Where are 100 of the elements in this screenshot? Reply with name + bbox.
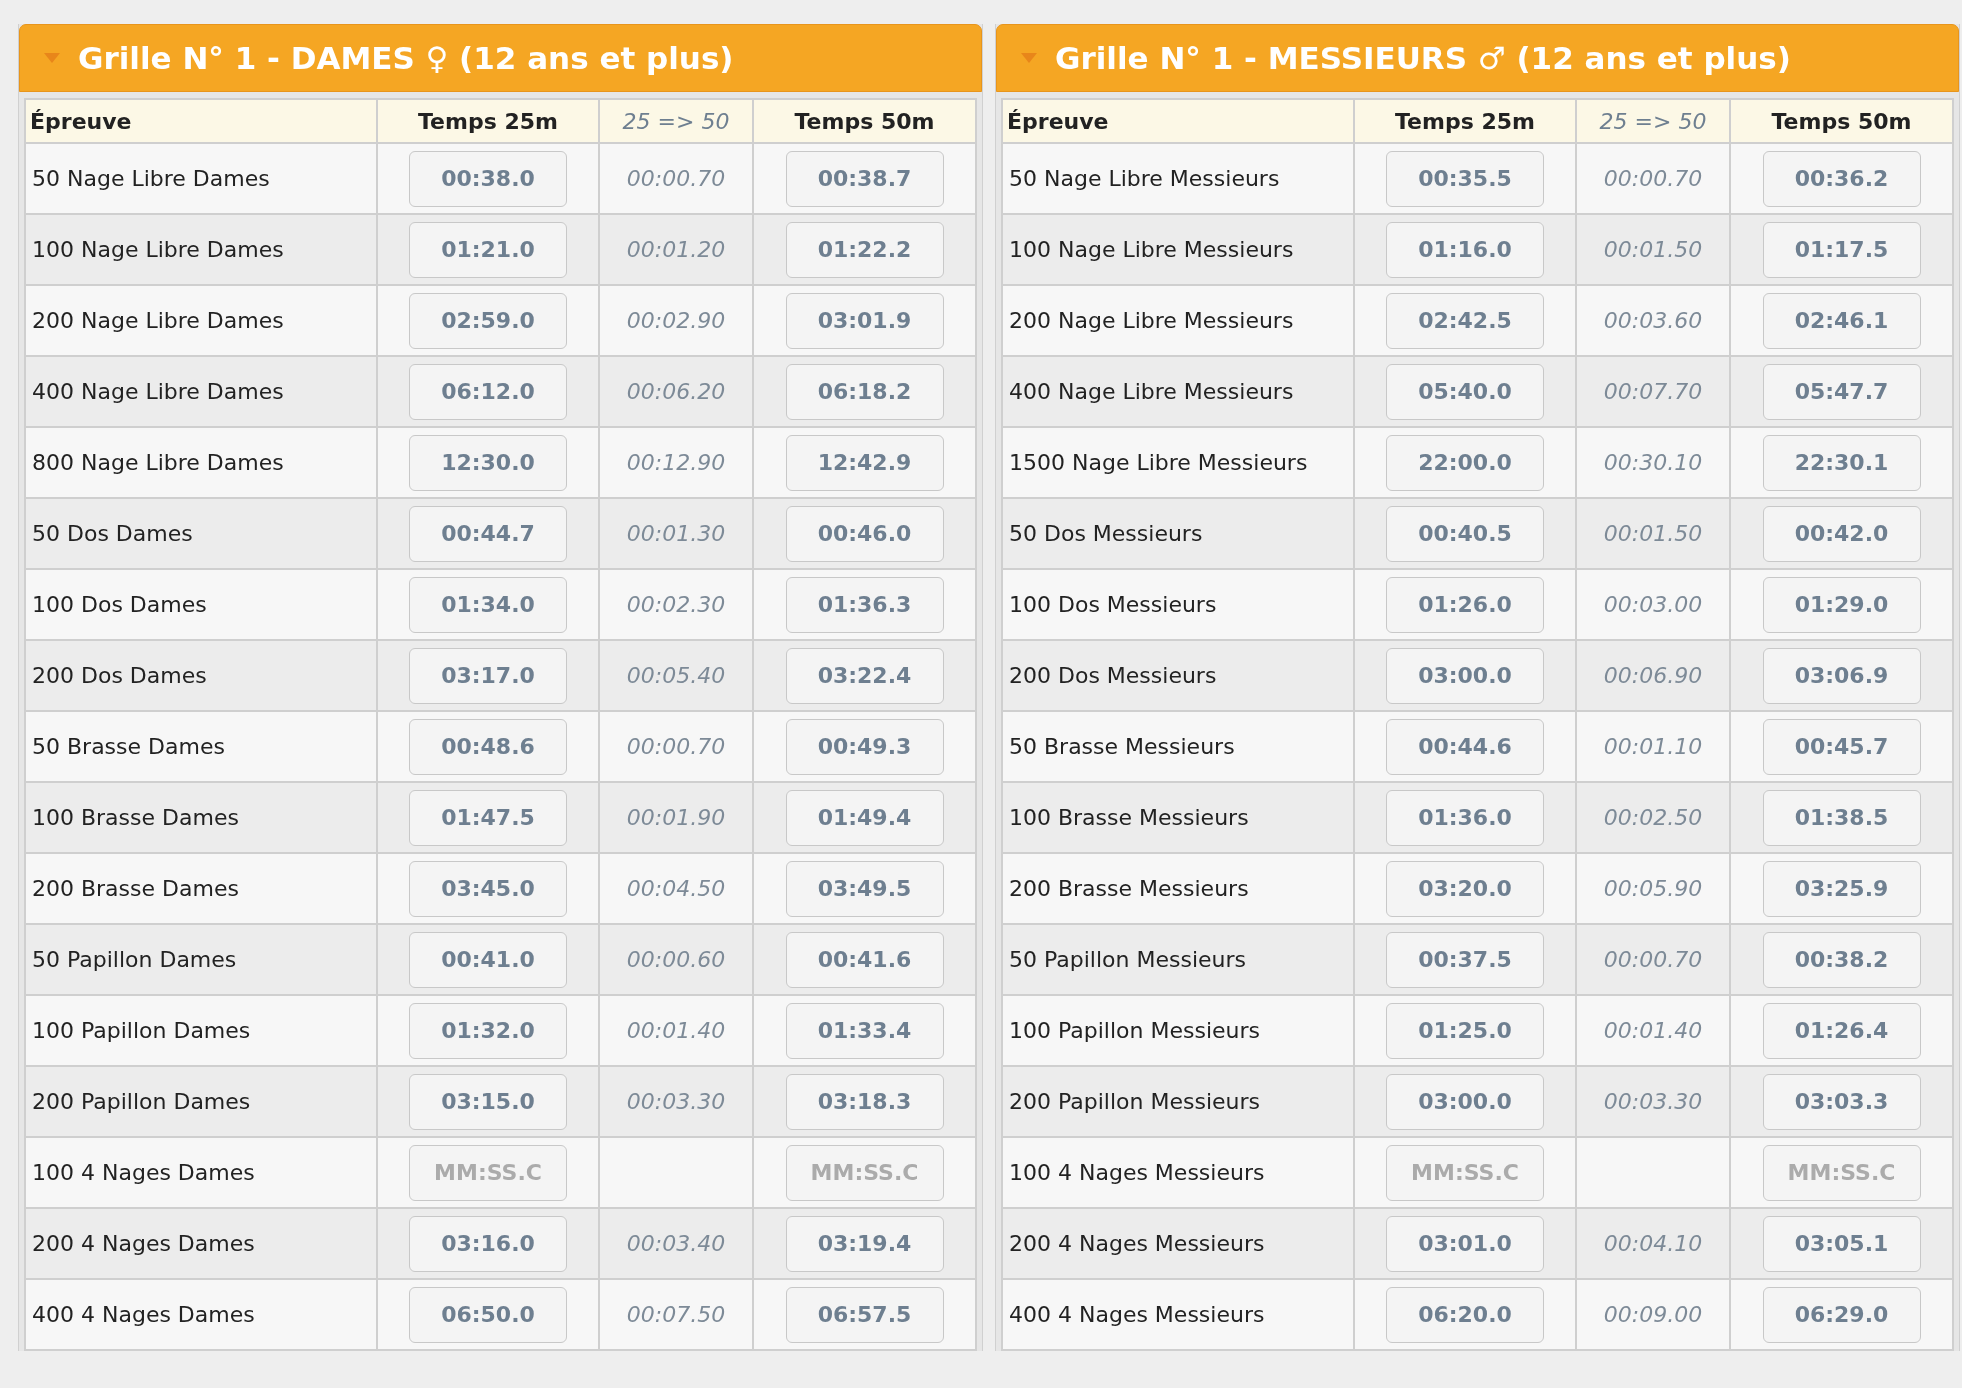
time-field[interactable]: 00:37.5 bbox=[1386, 931, 1544, 988]
panel-header[interactable]: Grille N° 1 - DAMES ♀ (12 ans et plus) bbox=[19, 24, 982, 92]
time-field[interactable]: 03:01.0 bbox=[1386, 1215, 1544, 1272]
table-cell: 00:02.50 bbox=[1576, 782, 1730, 853]
time-field[interactable]: 01:36.0 bbox=[1386, 789, 1544, 846]
time-field[interactable]: 03:18.3 bbox=[785, 1073, 944, 1130]
time-field[interactable]: 05:40.0 bbox=[1386, 363, 1544, 420]
time-field[interactable]: 01:33.4 bbox=[785, 1002, 944, 1059]
time-field[interactable]: 12:30.0 bbox=[409, 434, 567, 491]
time-field[interactable]: 02:59.0 bbox=[409, 292, 567, 349]
time-field[interactable]: 05:47.7 bbox=[1762, 363, 1921, 420]
time-field[interactable]: 06:20.0 bbox=[1386, 1286, 1544, 1343]
table-cell: 00:07.70 bbox=[1576, 356, 1730, 427]
time-field[interactable]: 01:34.0 bbox=[409, 576, 567, 633]
time-field[interactable]: 01:21.0 bbox=[409, 221, 567, 278]
time-field[interactable]: 00:41.6 bbox=[785, 931, 944, 988]
time-field[interactable]: 06:12.0 bbox=[409, 363, 567, 420]
table-cell: 50 Brasse Messieurs bbox=[1002, 711, 1354, 782]
table-cell: 00:12.90 bbox=[599, 427, 753, 498]
table-cell: 00:05.40 bbox=[599, 640, 753, 711]
table-cell: 50 Brasse Dames bbox=[25, 711, 377, 782]
time-field[interactable]: 00:38.2 bbox=[1762, 931, 1921, 988]
time-field[interactable]: 01:36.3 bbox=[785, 576, 944, 633]
time-field[interactable]: 01:26.0 bbox=[1386, 576, 1544, 633]
table-cell: 100 4 Nages Messieurs bbox=[1002, 1137, 1354, 1208]
time-field[interactable]: 12:42.9 bbox=[785, 434, 944, 491]
time-field[interactable]: 00:40.5 bbox=[1386, 505, 1544, 562]
time-field[interactable]: 06:18.2 bbox=[785, 363, 944, 420]
table-cell: 00:03.30 bbox=[599, 1066, 753, 1137]
table-cell: 00:06.90 bbox=[1576, 640, 1730, 711]
time-field[interactable]: 03:45.0 bbox=[409, 860, 567, 917]
time-field[interactable]: 03:25.9 bbox=[1762, 860, 1921, 917]
time-field[interactable]: 00:44.7 bbox=[409, 505, 567, 562]
caret-icon bbox=[44, 53, 60, 63]
time-field[interactable]: 01:38.5 bbox=[1762, 789, 1921, 846]
time-field[interactable]: 00:48.6 bbox=[409, 718, 567, 775]
table-cell: 00:01.40 bbox=[1576, 995, 1730, 1066]
time-field[interactable]: 03:00.0 bbox=[1386, 1073, 1544, 1130]
time-field[interactable]: 00:42.0 bbox=[1762, 505, 1921, 562]
table-cell: 400 4 Nages Dames bbox=[25, 1279, 377, 1350]
table-cell: 50 Nage Libre Dames bbox=[25, 143, 377, 214]
time-field[interactable]: 03:01.9 bbox=[785, 292, 944, 349]
panel-header[interactable]: Grille N° 1 - MESSIEURS ♂ (12 ans et plus) bbox=[996, 24, 1959, 92]
time-field[interactable]: MM:SS.C bbox=[409, 1144, 567, 1201]
time-field[interactable]: 01:22.2 bbox=[785, 221, 944, 278]
table-cell: 00:00.70 bbox=[599, 711, 753, 782]
time-field[interactable]: MM:SS.C bbox=[785, 1144, 944, 1201]
time-field[interactable]: 01:49.4 bbox=[785, 789, 944, 846]
time-field[interactable]: 06:50.0 bbox=[409, 1286, 567, 1343]
time-field[interactable]: 01:47.5 bbox=[409, 789, 567, 846]
column-header: Épreuve bbox=[25, 99, 377, 143]
time-field[interactable]: 01:26.4 bbox=[1762, 1002, 1921, 1059]
time-field[interactable]: 00:49.3 bbox=[785, 718, 944, 775]
time-field[interactable]: 00:46.0 bbox=[785, 505, 944, 562]
time-field[interactable]: 03:03.3 bbox=[1762, 1073, 1921, 1130]
time-field[interactable]: 03:00.0 bbox=[1386, 647, 1544, 704]
time-field[interactable]: 03:22.4 bbox=[785, 647, 944, 704]
column-header: 25 => 50 bbox=[1576, 99, 1730, 143]
time-field[interactable]: 22:30.1 bbox=[1762, 434, 1921, 491]
time-field[interactable]: 00:44.6 bbox=[1386, 718, 1544, 775]
time-field[interactable]: 03:06.9 bbox=[1762, 647, 1921, 704]
time-field[interactable]: 00:36.2 bbox=[1762, 150, 1921, 207]
time-field[interactable]: 00:41.0 bbox=[409, 931, 567, 988]
table-cell: 00:01.20 bbox=[599, 214, 753, 285]
table-cell: 100 Papillon Dames bbox=[25, 995, 377, 1066]
time-field[interactable]: 01:29.0 bbox=[1762, 576, 1921, 633]
table-cell: 400 Nage Libre Dames bbox=[25, 356, 377, 427]
time-field[interactable]: 00:45.7 bbox=[1762, 718, 1921, 775]
time-field[interactable]: 02:46.1 bbox=[1762, 292, 1921, 349]
table-cell: 400 4 Nages Messieurs bbox=[1002, 1279, 1354, 1350]
time-field[interactable]: 01:25.0 bbox=[1386, 1002, 1544, 1059]
time-field[interactable]: 01:17.5 bbox=[1762, 221, 1921, 278]
table-cell: 50 Dos Messieurs bbox=[1002, 498, 1354, 569]
time-field[interactable]: 03:19.4 bbox=[785, 1215, 944, 1272]
table-cell: 200 Brasse Dames bbox=[25, 853, 377, 924]
time-field[interactable]: 03:05.1 bbox=[1762, 1215, 1921, 1272]
time-field[interactable]: 01:16.0 bbox=[1386, 221, 1544, 278]
table-cell: 00:03.30 bbox=[1576, 1066, 1730, 1137]
time-field[interactable]: MM:SS.C bbox=[1762, 1144, 1921, 1201]
table-cell: 400 Nage Libre Messieurs bbox=[1002, 356, 1354, 427]
time-field[interactable]: 03:15.0 bbox=[409, 1073, 567, 1130]
column-header: Temps 50m bbox=[753, 99, 976, 143]
time-field[interactable]: 00:35.5 bbox=[1386, 150, 1544, 207]
time-field[interactable]: 06:57.5 bbox=[785, 1286, 944, 1343]
table-cell: 200 Brasse Messieurs bbox=[1002, 853, 1354, 924]
time-field[interactable]: 03:16.0 bbox=[409, 1215, 567, 1272]
table-cell: 100 4 Nages Dames bbox=[25, 1137, 377, 1208]
time-field[interactable]: 03:17.0 bbox=[409, 647, 567, 704]
time-field[interactable]: 22:00.0 bbox=[1386, 434, 1544, 491]
time-field[interactable]: 00:38.0 bbox=[409, 150, 567, 207]
table-cell: 100 Nage Libre Messieurs bbox=[1002, 214, 1354, 285]
time-field[interactable]: 02:42.5 bbox=[1386, 292, 1544, 349]
time-field[interactable]: 01:32.0 bbox=[409, 1002, 567, 1059]
time-field[interactable]: MM:SS.C bbox=[1386, 1144, 1544, 1201]
table-cell: 100 Papillon Messieurs bbox=[1002, 995, 1354, 1066]
time-field[interactable]: 03:49.5 bbox=[785, 860, 944, 917]
time-field[interactable]: 00:38.7 bbox=[785, 150, 944, 207]
table-cell: 50 Papillon Messieurs bbox=[1002, 924, 1354, 995]
time-field[interactable]: 06:29.0 bbox=[1762, 1286, 1921, 1343]
time-field[interactable]: 03:20.0 bbox=[1386, 860, 1544, 917]
